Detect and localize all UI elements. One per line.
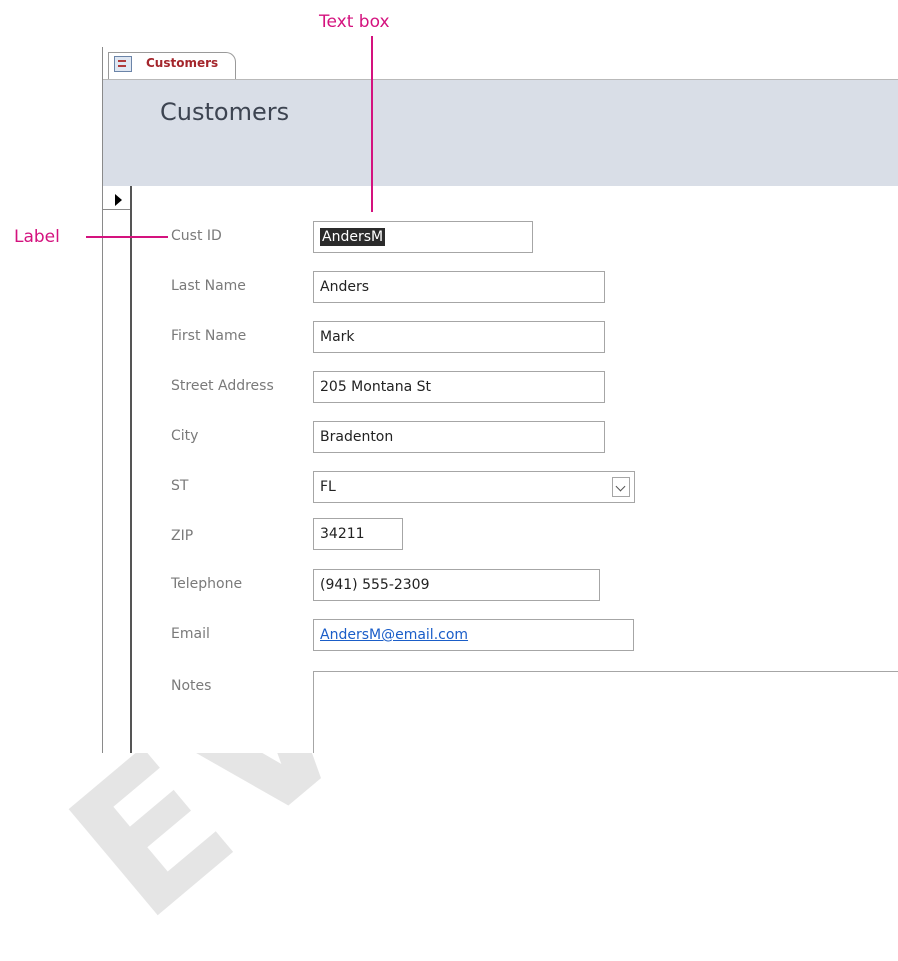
st-value: FL [320, 479, 336, 495]
street-address-field[interactable]: 205 Montana St [313, 371, 605, 403]
form-header [103, 80, 898, 186]
chevron-down-icon[interactable] [612, 477, 630, 497]
zip-value: 34211 [320, 526, 365, 542]
last-name-value: Anders [320, 279, 369, 295]
city-label: City [171, 428, 199, 444]
last-name-field[interactable]: Anders [313, 271, 605, 303]
last-name-label: Last Name [171, 278, 246, 294]
email-field[interactable]: AndersM@email.com [313, 619, 634, 651]
cust-id-value: AndersM [320, 228, 386, 246]
form-title: Customers [160, 98, 290, 126]
zip-label: ZIP [171, 528, 194, 544]
current-record-arrow-icon [115, 194, 122, 206]
first-name-label: First Name [171, 328, 247, 344]
email-link[interactable]: AndersM@email.com [320, 627, 468, 643]
city-field[interactable]: Bradenton [313, 421, 605, 453]
street-address-label: Street Address [171, 378, 274, 394]
email-label: Email [171, 626, 210, 642]
cust-id-label: Cust ID [171, 228, 222, 244]
telephone-value: (941) 555-2309 [320, 577, 430, 593]
zip-field[interactable]: 34211 [313, 518, 403, 550]
text-box-callout: Text box [319, 12, 390, 32]
city-value: Bradenton [320, 429, 394, 445]
cust-id-field[interactable]: AndersM [313, 221, 533, 253]
street-address-value: 205 Montana St [320, 379, 432, 395]
st-label: ST [171, 478, 189, 494]
record-selector-divider [103, 209, 130, 210]
notes-label: Notes [171, 678, 212, 694]
text-box-callout-line [371, 36, 373, 212]
st-combo-box[interactable]: FL [313, 471, 635, 503]
label-callout-line [86, 236, 168, 238]
first-name-field[interactable]: Mark [313, 321, 605, 353]
record-selector[interactable] [103, 186, 132, 753]
notes-field[interactable] [313, 671, 898, 753]
first-name-value: Mark [320, 329, 355, 345]
form-icon [114, 56, 132, 72]
telephone-field[interactable]: (941) 555-2309 [313, 569, 600, 601]
label-callout: Label [14, 227, 60, 247]
telephone-label: Telephone [171, 576, 243, 592]
tab-customers-label: Customers [146, 56, 219, 70]
